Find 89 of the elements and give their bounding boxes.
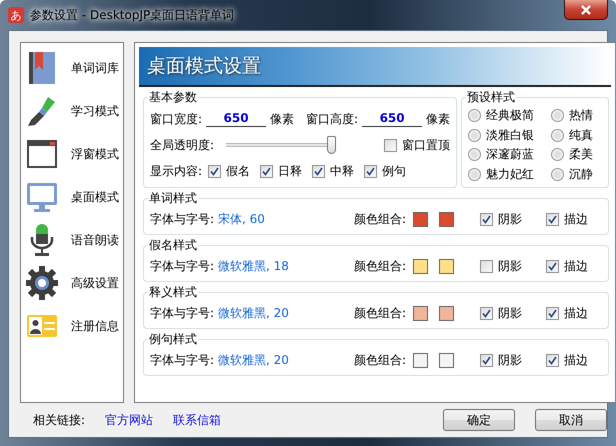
field-label: 颜色组合:	[354, 258, 406, 274]
window-icon	[26, 137, 58, 171]
book-icon	[26, 51, 58, 85]
field-label: 字体与字号:	[150, 304, 214, 322]
monitor-icon	[26, 180, 58, 214]
group-title: 单词样式	[148, 190, 198, 207]
group-title: 释义样式	[148, 284, 198, 301]
field-label: 字体与字号:	[150, 352, 214, 368]
sidebar-item[interactable]: 桌面模式	[71, 188, 119, 206]
checkbox[interactable]: 中释	[312, 162, 354, 180]
font-value[interactable]: 宋体, 60	[218, 210, 265, 228]
links-label: 相关链接:	[33, 412, 86, 428]
checkbox[interactable]: 描边	[546, 258, 588, 274]
field-label: 窗口宽度:	[150, 110, 202, 128]
check-icon	[210, 166, 220, 176]
radio-option[interactable]: 经典极简	[468, 107, 534, 124]
sidebar-item[interactable]: 单词词库	[71, 60, 119, 76]
link[interactable]: 官方网站	[105, 412, 154, 428]
brush-icon	[26, 94, 58, 128]
sidebar-item[interactable]: 语音朗读	[71, 232, 119, 248]
checkbox[interactable]: 阴影	[480, 352, 522, 368]
radio-option[interactable]: 深邃蔚蓝	[468, 146, 534, 164]
unit-label: 像素	[270, 110, 294, 128]
checkbox[interactable]: 描边	[546, 352, 588, 368]
color-swatch[interactable]	[439, 212, 454, 226]
check-icon	[482, 214, 492, 224]
font-value[interactable]: 微软雅黑, 18	[218, 258, 289, 274]
unit-label: 像素	[426, 110, 450, 128]
color-swatch[interactable]	[439, 352, 454, 368]
slider-thumb[interactable]	[326, 136, 336, 154]
check-icon	[482, 308, 492, 318]
color-swatch[interactable]	[413, 306, 428, 320]
group-title: 预设样式	[466, 89, 516, 106]
color-swatch[interactable]	[439, 258, 454, 274]
group-title: 假名样式	[148, 237, 198, 254]
group-title: 基本参数	[148, 89, 198, 106]
field-label: 颜色组合:	[354, 352, 406, 368]
font-value[interactable]: 微软雅黑, 20	[218, 352, 289, 368]
checkbox[interactable]: 窗口置顶	[384, 136, 450, 154]
height-field[interactable]: 650	[362, 111, 422, 127]
check-icon	[366, 166, 376, 176]
field-label: 全局透明度:	[150, 136, 214, 154]
checkbox[interactable]: 描边	[546, 210, 588, 228]
check-icon	[262, 166, 272, 176]
color-swatch[interactable]	[413, 212, 428, 226]
dialog-button[interactable]: 确定	[443, 409, 515, 431]
field-label: 字体与字号:	[150, 258, 214, 274]
sidebar-item[interactable]: 高级设置	[71, 274, 119, 292]
window-title: 参数设置 - DesktopJP桌面日语背单词	[30, 6, 234, 24]
checkbox[interactable]: 阴影	[480, 210, 522, 228]
dialog-button[interactable]: 取消	[535, 409, 607, 431]
check-icon	[548, 262, 558, 270]
radio-option[interactable]: 柔美	[551, 146, 594, 164]
checkbox[interactable]: 日释	[260, 162, 302, 180]
color-swatch[interactable]	[439, 306, 454, 320]
checkbox[interactable]: 假名	[208, 162, 250, 180]
radio-option[interactable]: 淡雅白银	[468, 126, 534, 144]
app-icon: あ	[8, 7, 24, 23]
field-label: 字体与字号:	[150, 210, 214, 228]
checkbox[interactable]: 描边	[546, 304, 588, 322]
check-icon	[314, 166, 324, 176]
radio-option[interactable]: 魅力妃红	[468, 166, 534, 183]
radio-option[interactable]: 纯真	[551, 126, 594, 144]
panel-header: 桌面模式设置	[139, 47, 612, 87]
field-label: 颜色组合:	[354, 304, 406, 322]
group-title: 例句样式	[148, 331, 198, 348]
checkbox[interactable]: 例句	[364, 162, 406, 180]
field-label: 显示内容:	[150, 162, 202, 180]
close-button[interactable]	[564, 0, 608, 20]
font-value[interactable]: 微软雅黑, 20	[218, 304, 289, 322]
checkbox[interactable]: 阴影	[480, 304, 522, 322]
radio-option[interactable]: 沉静	[551, 166, 594, 183]
radio-option[interactable]: 热情	[551, 107, 594, 124]
color-swatch[interactable]	[413, 258, 428, 274]
color-swatch[interactable]	[413, 352, 428, 368]
sidebar-item[interactable]: 学习模式	[71, 102, 119, 120]
check-icon	[548, 308, 558, 318]
width-field[interactable]: 650	[206, 111, 266, 127]
sidebar-item[interactable]: 浮窗模式	[71, 146, 119, 162]
check-icon	[548, 356, 558, 364]
check-icon	[482, 356, 492, 364]
checkbox[interactable]: 阴影	[480, 258, 522, 274]
gear-icon	[26, 266, 58, 300]
field-label: 窗口高度:	[306, 110, 358, 128]
sidebar-item[interactable]: 注册信息	[71, 318, 119, 334]
link[interactable]: 联系信箱	[173, 412, 222, 428]
field-label: 颜色组合:	[354, 210, 406, 228]
check-icon	[548, 214, 558, 224]
close-icon	[580, 4, 592, 14]
